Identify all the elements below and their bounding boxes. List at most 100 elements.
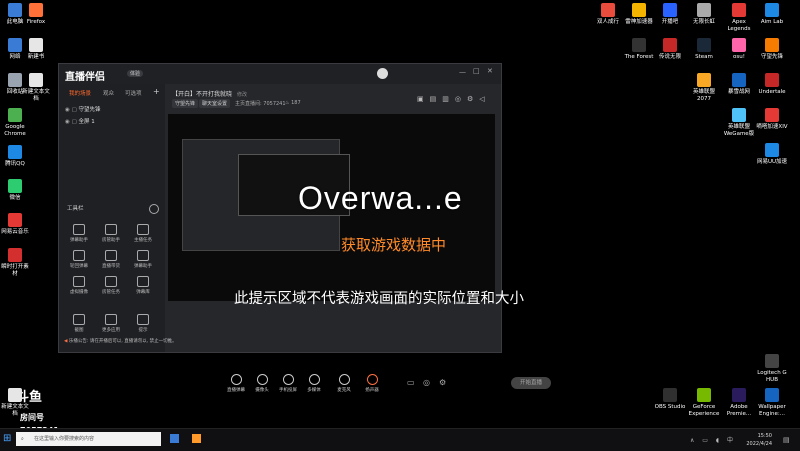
minimize-icon[interactable]: — — [459, 68, 466, 76]
record-icon[interactable]: ▭ — [407, 378, 415, 387]
left-desktop-icon[interactable]: 新建文本文档 — [0, 388, 31, 418]
microphone-button[interactable]: 麦克风 — [329, 374, 359, 393]
tool-label: 弹幕助手 — [134, 264, 152, 269]
task-view-icon[interactable] — [170, 434, 179, 443]
tab-scenes[interactable]: 我的场景 — [69, 89, 91, 97]
chat-setting-chip[interactable]: 聊天室设置 — [199, 99, 231, 108]
capture-status-overlay: 获取游戏数据中 — [341, 236, 447, 254]
right-desktop-icon[interactable]: 暴雪战网 — [723, 73, 755, 96]
tool-icon — [73, 276, 85, 287]
category-chip[interactable]: 守望先锋 — [172, 99, 199, 108]
eye-icon[interactable]: ◉ — [65, 119, 70, 125]
tool-button[interactable]: 弹幕助手 — [63, 224, 95, 243]
search-icon: ⌕ — [21, 436, 24, 442]
room-id: 主页直播间: 7057241 — [235, 101, 286, 107]
left-desktop-icon[interactable]: 新建书 — [20, 38, 52, 61]
desktop-icon-label: Google Chrome — [4, 124, 26, 137]
settings-icon[interactable]: ⚙ — [439, 378, 446, 387]
tool-button[interactable]: 更多应用 — [95, 314, 127, 333]
tool-icon — [105, 314, 117, 325]
left-desktop-icon[interactable]: 瞬时打开素材 — [0, 248, 31, 278]
app-icon — [29, 73, 43, 87]
start-live-button[interactable]: 开始直播 — [511, 377, 551, 389]
settings-circle-icon[interactable] — [149, 204, 159, 214]
app-icon — [765, 143, 779, 157]
desktop-icon-label: Steam — [695, 54, 713, 60]
avatar[interactable] — [377, 68, 388, 79]
right-desktop-icon[interactable]: 传说无限 — [654, 38, 686, 61]
right-desktop-icon[interactable]: 开播吧 — [654, 3, 686, 26]
taskbar-search-input[interactable]: ⌕ 在这里输入你要搜索的内容 — [16, 432, 161, 446]
tool-icon — [137, 276, 149, 287]
source-name: 全屏 1 — [78, 119, 95, 125]
right-desktop-icon[interactable]: The Forest — [623, 38, 655, 61]
right-desktop-icon[interactable]: 双人成行 — [592, 3, 624, 26]
add-scene-icon[interactable]: + — [153, 87, 160, 96]
tab-options[interactable]: 可选项 — [125, 89, 142, 97]
right-desktop-icon[interactable]: Undertale — [756, 73, 788, 96]
right-desktop-icon[interactable]: OBS Studio — [654, 388, 686, 411]
right-desktop-icon[interactable]: 网易UU加速 — [756, 143, 788, 166]
system-tray-icons[interactable]: ∧ ▭ ◖ 中 — [690, 435, 736, 444]
clock-date[interactable]: 2022/4/24 — [746, 441, 772, 447]
tool-button[interactable]: 截图 — [63, 314, 95, 333]
edit-title-button[interactable]: 修改 — [237, 92, 247, 98]
desktop-icon-label: 腾讯QQ — [5, 161, 25, 167]
desktop-icon-label: GeForce Experience — [688, 404, 720, 417]
right-desktop-icon[interactable]: Aim Lab — [756, 3, 788, 26]
left-desktop-icon[interactable]: 网易云音乐 — [0, 213, 31, 236]
right-desktop-icon[interactable]: 英雄联盟 2077 — [688, 73, 720, 103]
header-tool-icons[interactable]: ▣▤▥◎⚙◁ — [417, 95, 491, 103]
scene-item[interactable]: ◉ ▢ 守望先锋 — [65, 105, 101, 113]
tool-button[interactable]: 直播带货 — [95, 250, 127, 269]
left-desktop-icon[interactable]: 微信 — [0, 179, 31, 202]
right-desktop-icon[interactable]: 守望先锋 — [756, 38, 788, 61]
desktop-icon-label: 新建文本文档 — [1, 404, 29, 417]
close-icon[interactable]: ✕ — [487, 67, 493, 75]
tool-button[interactable]: 弹幕库 — [127, 276, 159, 295]
tool-button[interactable]: 提示 — [127, 314, 159, 333]
lock-icon[interactable]: ▢ — [72, 119, 77, 125]
microphone-icon — [338, 374, 350, 385]
notification-icon[interactable]: ▤ — [783, 436, 790, 444]
right-desktop-icon[interactable]: Logitech G HUB — [756, 354, 788, 384]
app-titlebar: 直播伴侣 体验 — □ ✕ — [59, 64, 501, 84]
left-desktop-icon[interactable]: 新建文本文档 — [20, 73, 52, 103]
scene-source-item[interactable]: ◉ ▢ 全屏 1 — [65, 117, 95, 125]
right-desktop-icon[interactable]: 无限长虹 — [688, 3, 720, 26]
tool-icon — [105, 224, 117, 235]
taskbar-app-icon[interactable] — [192, 434, 201, 443]
left-desktop-icon[interactable]: 腾讯QQ — [0, 145, 31, 168]
right-desktop-icon[interactable]: osu! — [723, 38, 755, 61]
right-desktop-icon[interactable]: Apex Legends — [723, 3, 755, 33]
right-desktop-icon[interactable]: 英雄联盟 WeGame版 — [723, 108, 755, 138]
right-desktop-icon[interactable]: 雷神加速器 — [623, 3, 655, 26]
tool-button[interactable]: 房管任务 — [95, 276, 127, 295]
right-desktop-icon[interactable]: Steam — [688, 38, 720, 61]
maximize-icon[interactable]: □ — [473, 67, 480, 75]
clock-time[interactable]: 15:50 — [758, 433, 772, 439]
lock-icon[interactable]: ▢ — [72, 107, 77, 113]
speaker-button[interactable]: 扬声器 — [357, 374, 387, 393]
app-icon — [732, 108, 746, 122]
left-desktop-icon[interactable]: Google Chrome — [0, 108, 31, 138]
media-button[interactable]: 多媒体 — [299, 374, 329, 393]
app-icon — [8, 145, 22, 159]
eye-icon[interactable]: ◉ — [65, 107, 70, 113]
tool-button[interactable]: 弹幕助手 — [127, 250, 159, 269]
tool-button[interactable]: 虚拟摄像 — [63, 276, 95, 295]
tool-button[interactable]: 房管助手 — [95, 224, 127, 243]
right-desktop-icon[interactable]: GeForce Experience — [688, 388, 720, 418]
left-desktop-icon[interactable]: Firefox — [20, 3, 52, 26]
right-desktop-icon[interactable]: Wallpaper Engine:... — [756, 388, 788, 418]
right-desktop-icon[interactable]: 嘀嗒加速XIV — [756, 108, 788, 131]
tab-audience[interactable]: 观众 — [103, 89, 114, 97]
room-title: 【开白】不开打我就晓 修改 — [172, 91, 247, 98]
preview-toggle-icon[interactable]: ◎ — [423, 378, 430, 387]
right-desktop-icon[interactable]: Adobe Premie... — [723, 388, 755, 418]
tool-button[interactable]: 轮回弹幕 — [63, 250, 95, 269]
tool-button[interactable]: 主播任务 — [127, 224, 159, 243]
app-icon — [8, 108, 22, 122]
start-button[interactable]: ⊞ — [3, 433, 11, 444]
desktop-icon-label: 传说无限 — [658, 54, 681, 60]
